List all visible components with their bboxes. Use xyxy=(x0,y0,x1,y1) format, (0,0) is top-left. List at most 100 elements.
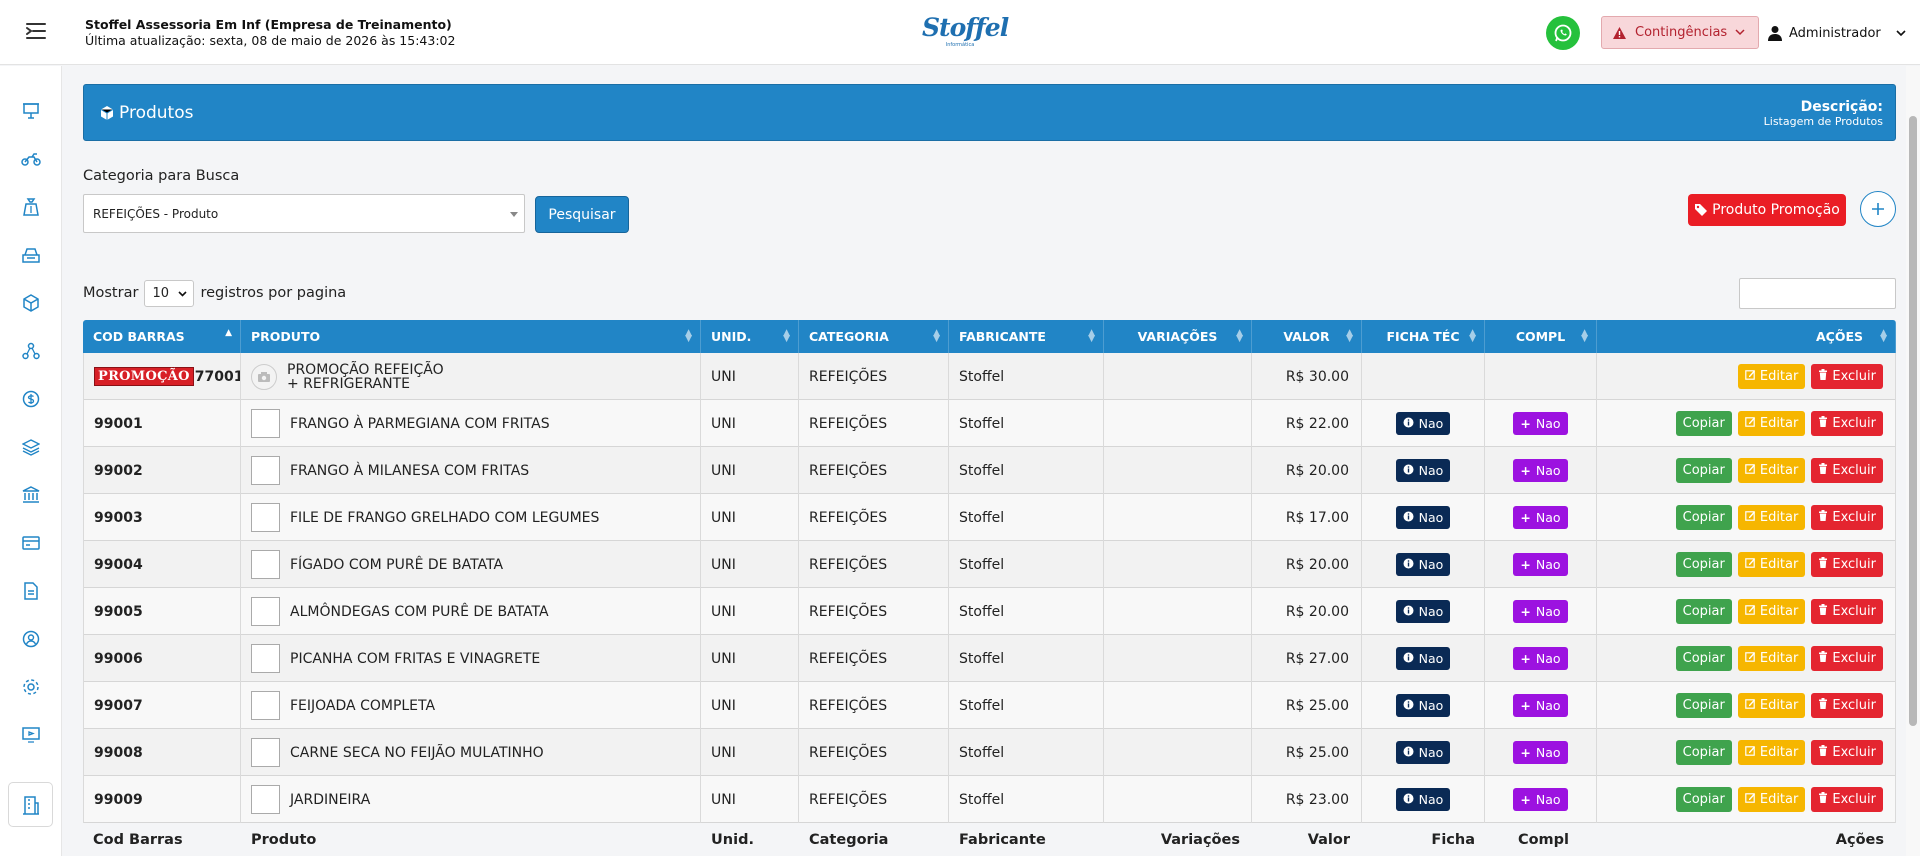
copy-button[interactable]: Copiar xyxy=(1675,552,1732,577)
column-header[interactable]: VARIAÇÕES ▲ ▼ xyxy=(1104,320,1252,353)
edit-button[interactable]: Editar xyxy=(1737,693,1806,718)
money-bag-icon[interactable] xyxy=(20,196,42,218)
menu-toggle-icon[interactable] xyxy=(25,22,47,40)
column-header[interactable]: FICHA TÉC ▲ ▼ xyxy=(1362,320,1485,353)
column-header[interactable]: COMPL ▲ ▼ xyxy=(1485,320,1597,353)
complemento-button[interactable]: + Nao xyxy=(1513,788,1568,811)
column-header[interactable]: FABRICANTE ▲ ▼ xyxy=(949,320,1104,353)
delete-button[interactable]: Excluir xyxy=(1811,693,1883,718)
sort-icon[interactable]: ▲ ▼ xyxy=(933,329,940,344)
user-menu[interactable]: Administrador xyxy=(1768,18,1907,48)
complemento-button[interactable]: + Nao xyxy=(1513,600,1568,623)
column-header[interactable]: VALOR ▲ ▼ xyxy=(1252,320,1362,353)
sort-icon[interactable]: ▲ ▼ xyxy=(1236,329,1243,344)
cell-product: CARNE SECA NO FEIJÃO MULATINHO xyxy=(241,729,701,776)
delete-button[interactable]: Excluir xyxy=(1811,787,1883,812)
ficha-tecnica-button[interactable]: Nao xyxy=(1395,741,1451,764)
edit-button[interactable]: Editar xyxy=(1737,787,1806,812)
cash-register-icon[interactable] xyxy=(20,244,42,266)
page-scrollbar[interactable] xyxy=(1906,66,1920,856)
edit-button[interactable]: Editar xyxy=(1737,458,1806,483)
promo-product-button[interactable]: Produto Promoção xyxy=(1688,194,1846,226)
sort-icon[interactable]: ▲ ▼ xyxy=(1581,329,1588,344)
complemento-button[interactable]: + Nao xyxy=(1513,553,1568,576)
sort-icon[interactable]: ▲ xyxy=(225,329,232,338)
cell-actions: Editar Excluir xyxy=(1597,353,1896,400)
cell-variations xyxy=(1104,729,1252,776)
bank-icon[interactable] xyxy=(20,484,42,506)
category-select[interactable]: REFEIÇÕES - Produto xyxy=(83,194,525,233)
ficha-tecnica-button[interactable]: Nao xyxy=(1395,459,1451,482)
complemento-button[interactable]: + Nao xyxy=(1513,506,1568,529)
ficha-tecnica-button[interactable]: Nao xyxy=(1395,647,1451,670)
cell-unit: UNI xyxy=(701,353,799,400)
copy-button[interactable]: Copiar xyxy=(1675,693,1732,718)
network-icon[interactable] xyxy=(20,340,42,362)
copy-button[interactable]: Copiar xyxy=(1675,599,1732,624)
delete-button[interactable]: Excluir xyxy=(1811,364,1883,389)
delete-button[interactable]: Excluir xyxy=(1811,552,1883,577)
column-header[interactable]: AÇÕES ▲ ▼ xyxy=(1597,320,1896,353)
complemento-button[interactable]: + Nao xyxy=(1513,412,1568,435)
building-icon[interactable] xyxy=(8,782,53,827)
presentation-icon[interactable] xyxy=(20,100,42,122)
copy-button[interactable]: Copiar xyxy=(1675,787,1732,812)
complemento-button[interactable]: + Nao xyxy=(1513,647,1568,670)
ficha-tecnica-button[interactable]: Nao xyxy=(1395,412,1451,435)
gear-icon[interactable] xyxy=(20,676,42,698)
copy-button[interactable]: Copiar xyxy=(1675,646,1732,671)
column-header[interactable]: COD BARRAS ▲ xyxy=(83,320,241,353)
sort-icon[interactable]: ▲ ▼ xyxy=(783,329,790,344)
delete-button[interactable]: Excluir xyxy=(1811,646,1883,671)
complemento-button[interactable]: + Nao xyxy=(1513,694,1568,717)
copy-button[interactable]: Copiar xyxy=(1675,458,1732,483)
box-icon[interactable] xyxy=(20,292,42,314)
ficha-tecnica-button[interactable]: Nao xyxy=(1395,788,1451,811)
edit-button[interactable]: Editar xyxy=(1737,740,1806,765)
ficha-tecnica-button[interactable]: Nao xyxy=(1395,694,1451,717)
delete-button[interactable]: Excluir xyxy=(1811,599,1883,624)
delete-button[interactable]: Excluir xyxy=(1811,411,1883,436)
edit-button[interactable]: Editar xyxy=(1737,364,1806,389)
document-icon[interactable] xyxy=(20,580,42,602)
column-header[interactable]: PRODUTO ▲ ▼ xyxy=(241,320,701,353)
complemento-button[interactable]: + Nao xyxy=(1513,741,1568,764)
page-size-select[interactable]: 10 xyxy=(144,279,195,307)
edit-button[interactable]: Editar xyxy=(1737,505,1806,530)
contingencias-dropdown[interactable]: Contingências xyxy=(1601,16,1759,49)
table-search-input[interactable] xyxy=(1739,278,1896,309)
sort-icon[interactable]: ▲ ▼ xyxy=(685,329,692,344)
delete-button[interactable]: Excluir xyxy=(1811,505,1883,530)
user-settings-icon[interactable] xyxy=(20,628,42,650)
ficha-tecnica-button[interactable]: Nao xyxy=(1395,600,1451,623)
search-button[interactable]: Pesquisar xyxy=(535,196,629,233)
copy-button[interactable]: Copiar xyxy=(1675,411,1732,436)
warning-icon xyxy=(1613,26,1626,39)
layers-icon[interactable] xyxy=(20,436,42,458)
complemento-button[interactable]: + Nao xyxy=(1513,459,1568,482)
column-header[interactable]: CATEGORIA ▲ ▼ xyxy=(799,320,949,353)
sort-icon[interactable]: ▲ ▼ xyxy=(1880,329,1887,344)
copy-button[interactable]: Copiar xyxy=(1675,740,1732,765)
sort-icon[interactable]: ▲ ▼ xyxy=(1346,329,1353,344)
edit-button[interactable]: Editar xyxy=(1737,411,1806,436)
copy-button[interactable]: Copiar xyxy=(1675,505,1732,530)
ficha-tecnica-button[interactable]: Nao xyxy=(1395,506,1451,529)
whatsapp-button[interactable] xyxy=(1546,16,1580,50)
add-product-button[interactable] xyxy=(1860,191,1896,227)
card-icon[interactable] xyxy=(20,532,42,554)
edit-button[interactable]: Editar xyxy=(1737,646,1806,671)
edit-button[interactable]: Editar xyxy=(1737,552,1806,577)
sort-icon[interactable]: ▲ ▼ xyxy=(1088,329,1095,344)
motorcycle-icon[interactable] xyxy=(20,148,42,170)
ficha-tecnica-button[interactable]: Nao xyxy=(1395,553,1451,576)
column-header[interactable]: UNID. ▲ ▼ xyxy=(701,320,799,353)
delete-button[interactable]: Excluir xyxy=(1811,740,1883,765)
delete-label: Excluir xyxy=(1832,651,1876,666)
monitor-icon[interactable] xyxy=(20,724,42,746)
delete-button[interactable]: Excluir xyxy=(1811,458,1883,483)
sort-icon[interactable]: ▲ ▼ xyxy=(1469,329,1476,344)
scrollbar-thumb[interactable] xyxy=(1909,116,1917,726)
edit-button[interactable]: Editar xyxy=(1737,599,1806,624)
dollar-icon[interactable] xyxy=(20,388,42,410)
